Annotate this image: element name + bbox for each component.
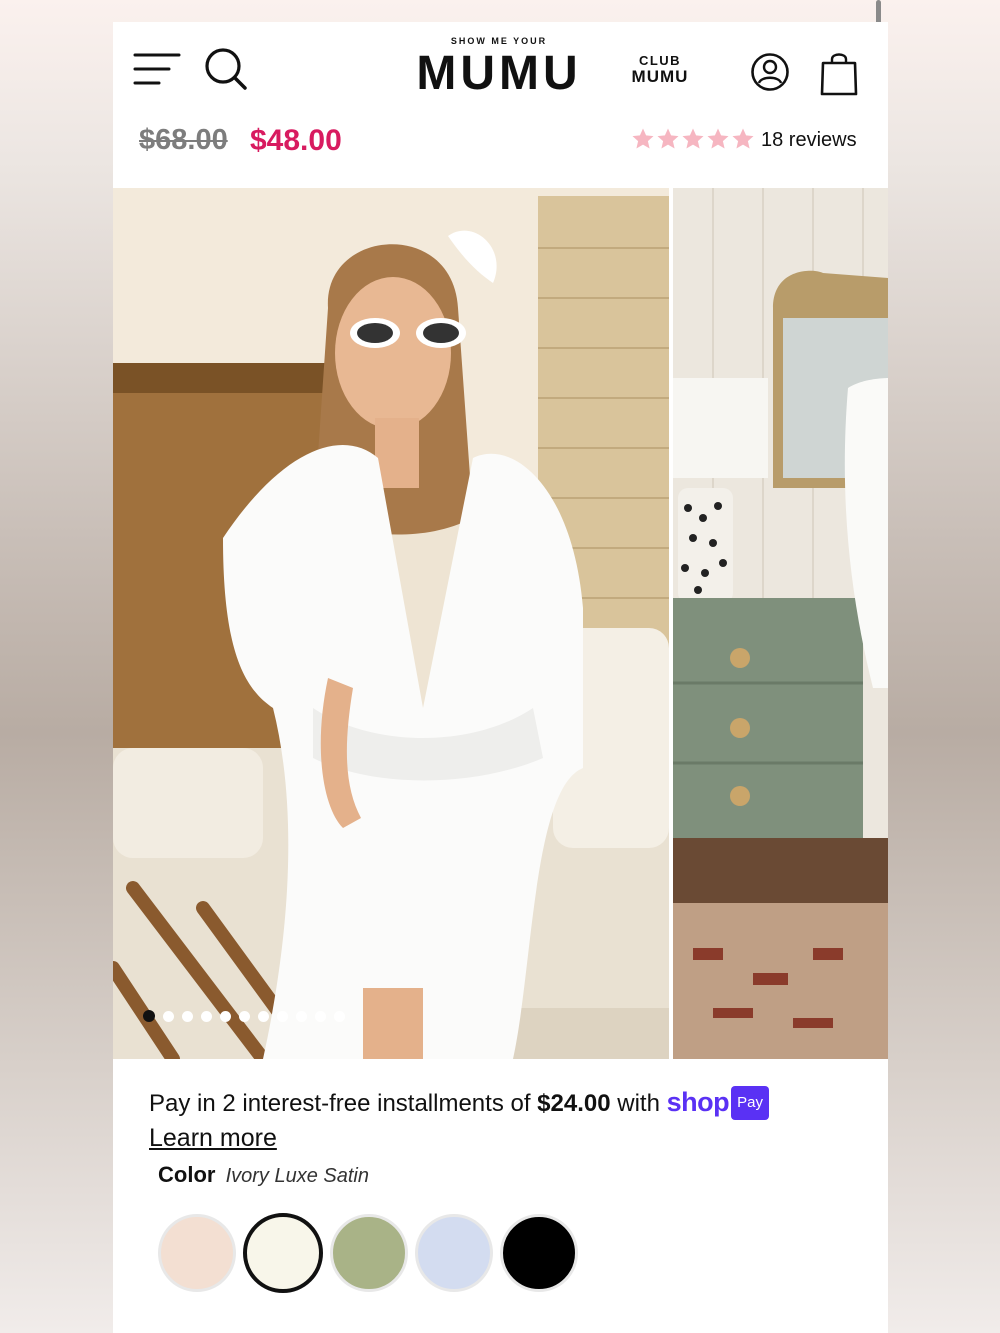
gallery-dot[interactable] [277, 1010, 288, 1022]
star-icon [682, 128, 704, 149]
product-photo-main[interactable] [113, 188, 669, 1059]
swatch-blush[interactable] [158, 1214, 236, 1292]
gallery-dot[interactable] [239, 1010, 250, 1022]
club-label-bottom: MUMU [631, 67, 689, 86]
bag-icon[interactable] [819, 50, 859, 96]
swatch-black[interactable] [500, 1214, 578, 1292]
logo-tagline: SHOW ME YOUR [450, 36, 548, 46]
club-mumu-link[interactable]: CLUB MUMU [623, 54, 697, 86]
swatch-light-blue[interactable] [415, 1214, 493, 1292]
site-header: SHOW ME YOUR MUMU CLUB MUMU [113, 22, 888, 120]
gallery-dot[interactable] [334, 1010, 345, 1022]
learn-more-link[interactable]: Learn more [149, 1124, 277, 1153]
sale-price: $48.00 [250, 124, 342, 157]
club-label-top: CLUB [638, 53, 682, 68]
gallery-dot[interactable] [201, 1010, 212, 1022]
gallery-dot[interactable] [220, 1010, 231, 1022]
color-swatches [158, 1213, 578, 1293]
star-icon [732, 128, 754, 149]
menu-icon[interactable] [133, 52, 181, 86]
product-photo-next[interactable] [673, 188, 888, 1059]
gallery-dot[interactable] [163, 1010, 174, 1022]
gallery-dot[interactable] [258, 1010, 269, 1022]
installment-amount: $24.00 [537, 1090, 611, 1117]
price-row: $68.00 $48.00 18 reviews [113, 120, 888, 186]
gallery-pagination[interactable] [143, 1010, 345, 1022]
shop-pay-badge: Pay [731, 1086, 769, 1120]
rating-stars[interactable] [631, 126, 755, 154]
product-page: SHOW ME YOUR MUMU CLUB MUMU $68.00 $48.0… [113, 22, 888, 1333]
original-price: $68.00 [139, 124, 228, 156]
account-icon[interactable] [750, 52, 790, 92]
selected-color-name: Ivory Luxe Satin [225, 1165, 369, 1187]
reviews-count-link[interactable]: 18 reviews [761, 129, 857, 152]
gallery-dot[interactable] [182, 1010, 193, 1022]
installments-text-before: Pay in 2 interest-free installments of [149, 1090, 538, 1117]
swatch-sage[interactable] [330, 1214, 408, 1292]
search-icon[interactable] [203, 46, 249, 92]
color-label: Color [158, 1162, 216, 1187]
logo-wordmark: MUMU [416, 47, 582, 100]
product-image-gallery[interactable] [113, 188, 888, 1059]
gallery-dot-active[interactable] [143, 1010, 155, 1022]
swatch-ivory-selected[interactable] [243, 1213, 323, 1293]
color-selection-label: Color Ivory Luxe Satin [158, 1162, 369, 1188]
gallery-dot[interactable] [315, 1010, 326, 1022]
shop-pay-installments: Pay in 2 interest-free installments of $… [149, 1086, 869, 1120]
gallery-dot[interactable] [296, 1010, 307, 1022]
installments-text-after: with [610, 1090, 667, 1117]
star-icon [707, 128, 729, 149]
star-icon [657, 128, 679, 149]
brand-logo[interactable]: SHOW ME YOUR MUMU [411, 36, 587, 102]
star-icon [632, 128, 654, 149]
shop-pay-logo: shop [666, 1087, 730, 1117]
